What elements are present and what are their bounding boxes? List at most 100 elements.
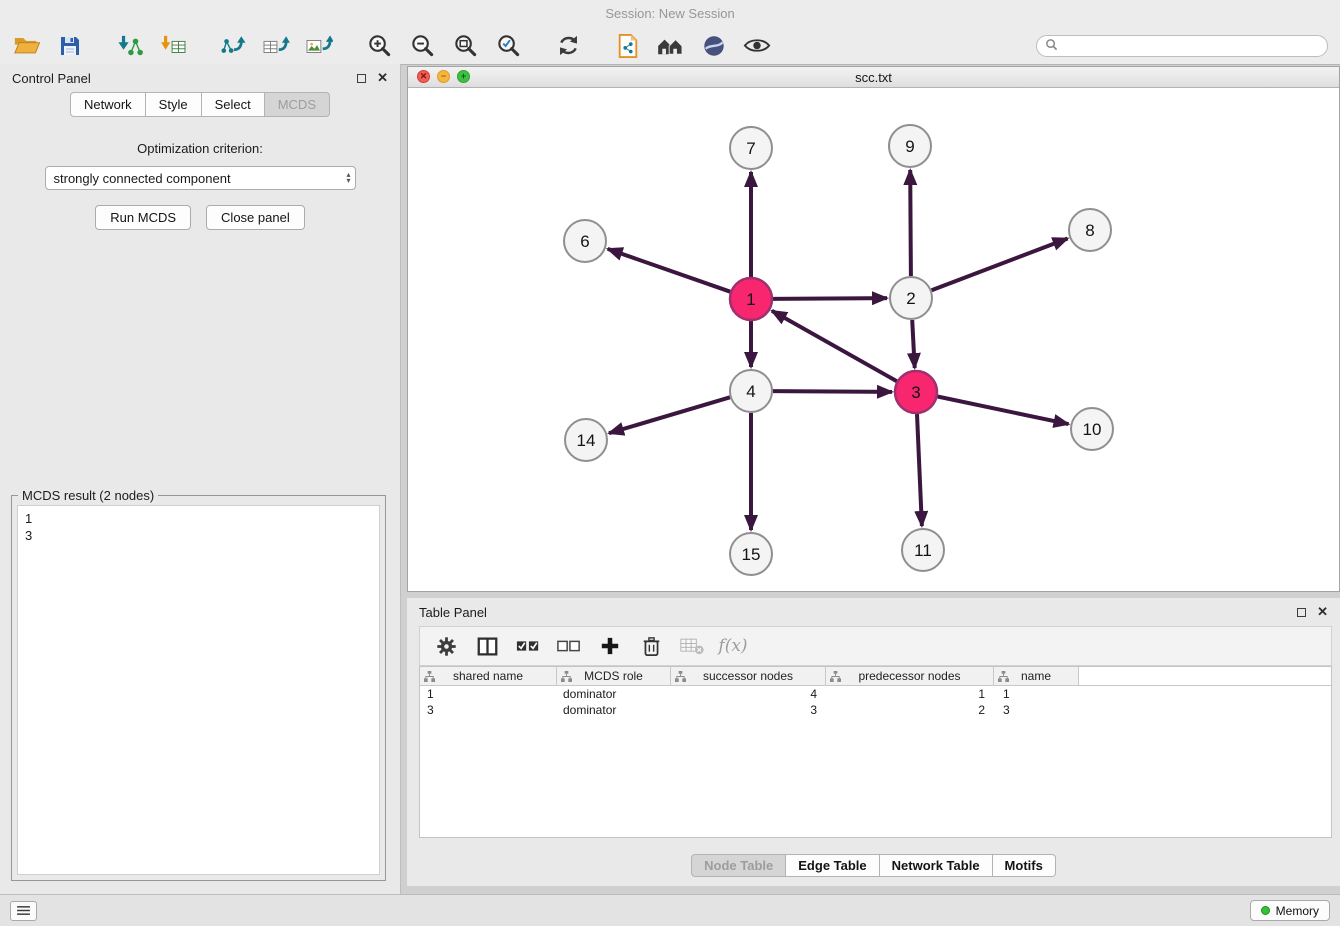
window-close-icon[interactable]: ✕ [417,70,430,83]
graph-edge-4-14[interactable] [609,397,730,433]
column-header-predecessor-nodes[interactable]: predecessor nodes [826,667,994,685]
close-table-panel-icon[interactable]: ✕ [1317,607,1328,617]
function-builder-icon: f(x) [721,633,745,659]
cell-successor-nodes[interactable]: 4 [671,686,826,702]
main-toolbar [0,27,1340,65]
import-table-icon[interactable] [158,31,188,61]
save-icon[interactable] [55,31,85,61]
graph-node-9[interactable]: 9 [889,125,931,167]
network-graph[interactable]: 7 9 6 8 1 2 4 3 14 10 15 11 [408,88,1339,591]
tab-network[interactable]: Network [70,92,146,117]
mcds-result-title: MCDS result (2 nodes) [18,488,158,503]
cell-name[interactable]: 3 [994,702,1079,718]
run-mcds-button[interactable]: Run MCDS [95,205,191,230]
export-image-icon[interactable] [304,31,334,61]
cell-mcds-role[interactable]: dominator [557,702,671,718]
trash-icon[interactable] [639,633,663,659]
export-network-icon[interactable] [218,31,248,61]
table-panel: Table Panel ✕ f(x) [407,598,1340,886]
svg-text:9: 9 [905,137,914,156]
select-all-icon[interactable] [516,633,540,659]
graph-node-1[interactable]: 1 [730,278,772,320]
houses-icon[interactable] [656,31,686,61]
graph-node-15[interactable]: 15 [730,533,772,575]
graph-node-14[interactable]: 14 [565,419,607,461]
node-table: shared name MCDS role successor nodes pr… [419,666,1332,838]
memory-status-icon [1261,906,1270,915]
graph-node-10[interactable]: 10 [1071,408,1113,450]
svg-text:15: 15 [742,545,761,564]
close-panel-button[interactable]: Close panel [206,205,305,230]
window-minimize-icon[interactable]: − [437,70,450,83]
cell-predecessor-nodes[interactable]: 2 [826,702,994,718]
column-header-mcds-role[interactable]: MCDS role [557,667,671,685]
zoom-out-icon[interactable] [407,31,437,61]
graph-edge-4-3[interactable] [773,391,892,392]
add-icon[interactable] [598,633,622,659]
column-header-successor-nodes[interactable]: successor nodes [671,667,826,685]
cell-mcds-role[interactable]: dominator [557,686,671,702]
graph-edge-2-9[interactable] [910,170,911,276]
column-tree-icon [830,671,841,682]
table-row[interactable]: 1 dominator 4 1 1 [420,686,1331,702]
graph-node-8[interactable]: 8 [1069,209,1111,251]
eye-icon[interactable] [742,31,772,61]
app-titlebar: Session: New Session [0,0,1340,27]
graph-node-7[interactable]: 7 [730,127,772,169]
column-header-name[interactable]: name [994,667,1079,685]
network-canvas[interactable]: 7 9 6 8 1 2 4 3 14 10 15 11 [408,88,1339,591]
table-row[interactable]: 3 dominator 3 2 3 [420,702,1331,718]
window-maximize-icon[interactable]: + [457,70,470,83]
graph-edge-3-10[interactable] [938,397,1069,425]
deselect-all-icon[interactable] [557,633,581,659]
document-network-icon[interactable] [613,31,643,61]
graph-edge-1-2[interactable] [773,298,887,299]
gear-icon[interactable] [434,633,458,659]
column-tree-icon [998,671,1009,682]
graph-edge-3-1[interactable] [772,311,897,381]
open-folder-icon[interactable] [12,31,42,61]
export-table-icon[interactable] [261,31,291,61]
cell-predecessor-nodes[interactable]: 1 [826,686,994,702]
refresh-icon[interactable] [553,31,583,61]
cell-shared-name[interactable]: 1 [420,686,557,702]
graph-node-4[interactable]: 4 [730,370,772,412]
zoom-in-icon[interactable] [364,31,394,61]
columns-icon[interactable] [475,633,499,659]
graph-edge-3-11[interactable] [917,414,922,526]
task-history-button[interactable] [10,901,37,921]
graph-node-11[interactable]: 11 [902,529,944,571]
graph-edge-1-6[interactable] [608,249,731,292]
cell-shared-name[interactable]: 3 [420,702,557,718]
tab-network-table[interactable]: Network Table [880,854,993,877]
zoom-selected-icon[interactable] [493,31,523,61]
control-panel: Control Panel ✕ Network Style Select MCD… [0,64,401,894]
tab-style[interactable]: Style [146,92,202,117]
search-input[interactable] [1063,39,1319,53]
graph-edge-2-8[interactable] [932,239,1068,291]
tab-mcds[interactable]: MCDS [265,92,330,117]
mcds-result-list[interactable]: 1 3 [17,505,380,875]
graph-node-3[interactable]: 3 [895,371,937,413]
tab-select[interactable]: Select [202,92,265,117]
search-field[interactable] [1036,35,1328,57]
import-network-icon[interactable] [115,31,145,61]
tab-motifs[interactable]: Motifs [993,854,1056,877]
graph-node-6[interactable]: 6 [564,220,606,262]
tab-edge-table[interactable]: Edge Table [786,854,879,877]
zoom-fit-icon[interactable] [450,31,480,61]
memory-button[interactable]: Memory [1250,900,1330,921]
column-header-shared-name[interactable]: shared name [420,667,557,685]
float-table-panel-icon[interactable] [1297,608,1306,617]
cell-successor-nodes[interactable]: 3 [671,702,826,718]
float-panel-icon[interactable] [357,74,366,83]
criterion-dropdown[interactable]: strongly connected component ▴▾ [45,166,356,190]
table-header-row: shared name MCDS role successor nodes pr… [420,667,1331,686]
close-panel-icon[interactable]: ✕ [377,73,388,83]
graph-edge-2-3[interactable] [912,320,915,368]
cell-name[interactable]: 1 [994,686,1079,702]
tab-node-table[interactable]: Node Table [691,854,786,877]
palette-sphere-icon[interactable] [699,31,729,61]
svg-text:6: 6 [580,232,589,251]
graph-node-2[interactable]: 2 [890,277,932,319]
